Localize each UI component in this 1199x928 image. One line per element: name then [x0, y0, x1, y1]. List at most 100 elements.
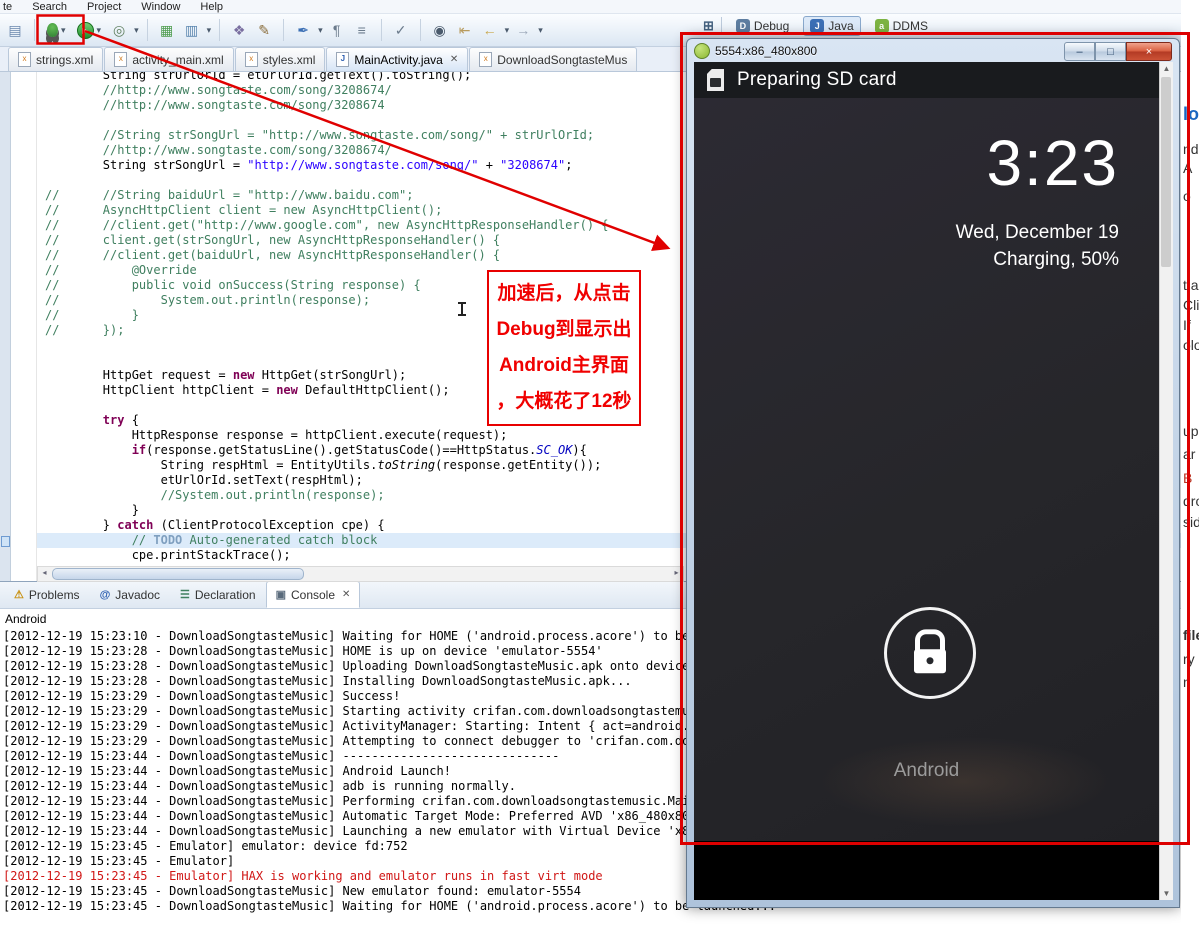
page-fragment: sid: [1183, 514, 1199, 530]
page-fragment: lo: [1183, 104, 1199, 124]
editor-tab-activity_main-xml[interactable]: x activity_main.xml: [104, 47, 234, 71]
editor-tab-mainactivity-java[interactable]: J MainActivity.java ✕: [326, 47, 469, 71]
emulator-screen[interactable]: Preparing SD card 3:23 Wed, December 19 …: [694, 62, 1159, 900]
javadoc-icon: @: [99, 588, 111, 601]
scroll-left-icon[interactable]: ◂: [38, 567, 51, 579]
avd-manager-icon[interactable]: ▥: [181, 18, 203, 42]
tab-label: Console: [290, 587, 336, 602]
perspective-debug[interactable]: D Debug: [729, 16, 796, 36]
unlock-ring[interactable]: [883, 607, 976, 699]
lock-screen-clock: 3:23: [986, 127, 1119, 199]
page-fragment: B: [1183, 470, 1193, 486]
run-button[interactable]: ▶ ▾: [73, 20, 106, 41]
opengl-trace-icon[interactable]: ❖: [228, 18, 250, 42]
toolbar-separator: [146, 19, 148, 41]
bottom-tab-problems[interactable]: ⚠ Problems: [4, 581, 90, 608]
scroll-right-icon[interactable]: ▸: [670, 567, 683, 579]
perspective-switcher: ⊞ D Debug J Java a DDMS: [703, 16, 935, 36]
editor-tab-styles-xml[interactable]: x styles.xml: [234, 47, 326, 71]
console-icon: ▣: [275, 589, 286, 601]
window-controls: – □ ×: [1064, 42, 1172, 61]
editor-tab-downloadsongtastemus[interactable]: x DownloadSongtasteMus: [469, 47, 638, 71]
menu-item[interactable]: Window: [141, 1, 180, 13]
sd-card-icon: [707, 69, 724, 91]
page-fragment: o: [1183, 188, 1191, 204]
perspective-ddms[interactable]: a DDMS: [868, 16, 935, 36]
new-java-class-icon[interactable]: ✒: [292, 18, 314, 42]
emulator-window[interactable]: 5554:x86_480x800 – □ × Preparing SD card…: [686, 38, 1180, 908]
menu-item[interactable]: Search: [32, 1, 67, 13]
close-icon[interactable]: ✕: [450, 54, 458, 65]
toolbar-separator: [419, 19, 421, 41]
android-sdk-manager-icon[interactable]: ▦: [156, 18, 178, 42]
dropdown-icon[interactable]: ▾: [318, 25, 323, 36]
tab-label: Javadoc: [115, 587, 160, 602]
page-fragment: file: [1183, 627, 1199, 643]
declaration-icon: ☰: [180, 589, 190, 601]
perspective-java[interactable]: J Java: [803, 16, 861, 36]
mark-occurrences-icon[interactable]: ✓: [390, 18, 412, 42]
close-icon[interactable]: ✕: [342, 589, 350, 600]
annotation-line: 加速后，从点击: [497, 283, 631, 304]
back-icon[interactable]: ←: [479, 18, 501, 42]
toolbar-separator: [283, 19, 285, 41]
tab-label: activity_main.xml: [132, 52, 224, 67]
lock-screen-wallpaper[interactable]: 3:23 Wed, December 19 Charging, 50% Andr…: [694, 98, 1159, 841]
java-file-icon: J: [336, 52, 350, 67]
android-status-bar[interactable]: Preparing SD card: [694, 62, 1159, 98]
bottom-tab-console[interactable]: ▣ Console ✕: [265, 581, 361, 608]
page-fragment: dro: [1183, 493, 1199, 509]
dropdown-icon[interactable]: ▾: [61, 25, 66, 36]
xml-file-icon: x: [244, 52, 258, 67]
annotation-line: ，大概花了12秒: [496, 391, 632, 412]
android-brand-label: Android: [893, 760, 960, 781]
debug-button[interactable]: ▾: [43, 21, 70, 39]
dropdown-icon[interactable]: ▾: [505, 25, 510, 36]
toolbar-separator: [219, 19, 221, 41]
new-wizard-icon[interactable]: ▤: [4, 18, 26, 42]
page-fragment: ry: [1183, 651, 1195, 667]
menu-item[interactable]: Help: [200, 1, 223, 13]
scroll-down-icon[interactable]: ▼: [1160, 889, 1173, 898]
editor-tab-strings-xml[interactable]: x strings.xml: [8, 47, 104, 71]
bottom-tab-declaration[interactable]: ☰ Declaration: [170, 581, 266, 608]
toolbar-separator: [34, 19, 35, 41]
perspective-debug-label: Debug: [753, 19, 790, 33]
dropdown-icon[interactable]: ▾: [134, 25, 139, 36]
tab-label: DownloadSongtasteMus: [497, 52, 628, 67]
external-tools-icon[interactable]: ◎: [108, 18, 130, 42]
forward-icon[interactable]: →: [512, 18, 534, 42]
editor-horizontal-scrollbar[interactable]: ◂ ▸: [37, 566, 684, 582]
show-whitespace-icon[interactable]: ¶: [326, 18, 348, 42]
tab-label: MainActivity.java: [354, 52, 443, 67]
menu-item[interactable]: Project: [87, 1, 121, 13]
scroll-up-icon[interactable]: ▲: [1160, 64, 1173, 73]
java-perspective-icon: J: [810, 19, 825, 33]
menu-item[interactable]: te: [3, 1, 12, 13]
annotation-marker-icon[interactable]: [1, 536, 10, 547]
search-icon[interactable]: ◉: [429, 18, 451, 42]
ddms-perspective-icon: a: [874, 19, 889, 33]
tab-label: strings.xml: [36, 52, 94, 67]
fast-view-bar: [0, 47, 11, 581]
maximize-button[interactable]: □: [1095, 42, 1126, 61]
last-edit-location-icon[interactable]: ⇤: [454, 18, 476, 42]
dropdown-icon[interactable]: ▾: [97, 25, 102, 36]
minimize-button[interactable]: –: [1064, 42, 1095, 61]
format-icon[interactable]: ≡: [351, 18, 373, 42]
dropdown-icon[interactable]: ▾: [207, 25, 212, 36]
bottom-tab-javadoc[interactable]: @ Javadoc: [90, 581, 170, 608]
emulator-title: 5554:x86_480x800: [715, 43, 818, 58]
editor-ruler[interactable]: [10, 72, 37, 581]
close-button[interactable]: ×: [1126, 42, 1172, 61]
battery-status: Charging, 50%: [993, 249, 1119, 270]
scrollbar-thumb[interactable]: [1161, 77, 1171, 267]
emulator-scrollbar[interactable]: ▲ ▼: [1159, 62, 1173, 900]
open-perspective-icon[interactable]: ⊞: [703, 18, 714, 33]
page-fragment: If: [1183, 317, 1191, 333]
bug-icon: [47, 23, 58, 37]
page-fragment: n: [1183, 674, 1191, 690]
pixel-perfect-icon[interactable]: ✎: [253, 18, 275, 42]
dropdown-icon[interactable]: ▾: [538, 25, 543, 36]
scrollbar-thumb[interactable]: [52, 568, 304, 580]
